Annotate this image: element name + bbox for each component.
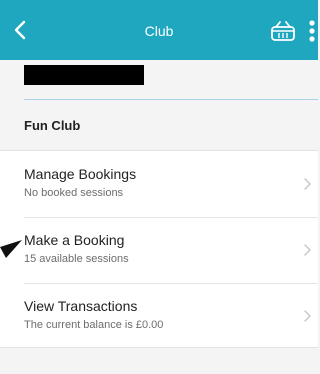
club-menu: Manage Bookings No booked sessions Make … — [0, 150, 318, 348]
chevron-right-icon — [304, 178, 311, 190]
basket-button[interactable] — [269, 18, 297, 44]
menu-item-subtitle: The current balance is £0.00 — [24, 319, 164, 331]
club-screen: Club Fun Club Manage Bookings No booked … — [0, 0, 318, 374]
basket-icon — [271, 21, 295, 41]
pointer-arrow-icon — [0, 240, 22, 258]
club-name: Fun Club — [24, 118, 81, 133]
more-options-button[interactable] — [306, 18, 318, 44]
view-transactions-item[interactable]: View Transactions The current balance is… — [0, 283, 318, 349]
chevron-right-icon — [304, 310, 311, 322]
menu-item-title: Manage Bookings — [24, 166, 137, 182]
menu-item-title: View Transactions — [24, 298, 138, 314]
menu-item-subtitle: 15 available sessions — [24, 253, 129, 265]
header-bar: Club — [0, 0, 318, 60]
manage-bookings-item[interactable]: Manage Bookings No booked sessions — [0, 151, 318, 217]
redacted-member-name — [24, 65, 144, 85]
member-identity — [0, 60, 318, 100]
more-vertical-icon — [309, 20, 315, 42]
chevron-right-icon — [304, 244, 311, 256]
club-header: Fun Club — [0, 100, 318, 150]
menu-item-subtitle: No booked sessions — [24, 187, 124, 199]
menu-item-title: Make a Booking — [24, 232, 125, 248]
make-a-booking-item[interactable]: Make a Booking 15 available sessions — [0, 217, 318, 283]
